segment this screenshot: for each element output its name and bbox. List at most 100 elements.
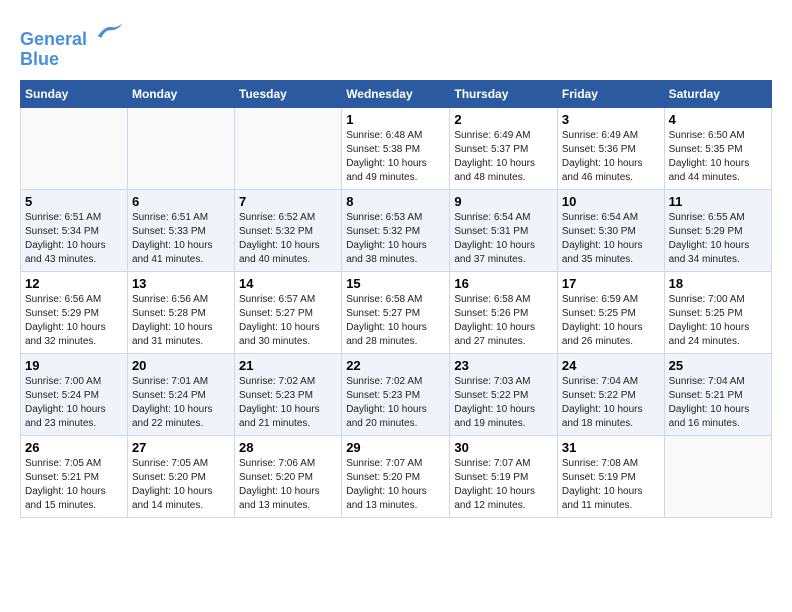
- day-number: 15: [346, 276, 445, 291]
- logo-bird-icon: [94, 20, 124, 45]
- day-info: Sunrise: 7:08 AM Sunset: 5:19 PM Dayligh…: [562, 457, 660, 513]
- week-row: 5 Sunrise: 6:51 AM Sunset: 5:34 PM Daylig…: [21, 189, 772, 271]
- calendar-cell: 10 Sunrise: 6:54 AM Sunset: 5:30 PM Dayli…: [557, 189, 664, 271]
- day-info: Sunrise: 6:52 AM Sunset: 5:32 PM Dayligh…: [239, 211, 337, 267]
- day-number: 27: [132, 440, 230, 455]
- day-number: 2: [454, 112, 553, 127]
- calendar-cell: 21 Sunrise: 7:02 AM Sunset: 5:23 PM Dayli…: [235, 353, 342, 435]
- day-number: 24: [562, 358, 660, 373]
- calendar-cell: 18 Sunrise: 7:00 AM Sunset: 5:25 PM Dayli…: [664, 271, 771, 353]
- day-info: Sunrise: 6:54 AM Sunset: 5:30 PM Dayligh…: [562, 211, 660, 267]
- day-number: 23: [454, 358, 553, 373]
- header-cell-sunday: Sunday: [21, 80, 128, 107]
- day-number: 4: [669, 112, 767, 127]
- day-number: 6: [132, 194, 230, 209]
- day-info: Sunrise: 7:07 AM Sunset: 5:19 PM Dayligh…: [454, 457, 553, 513]
- day-number: 5: [25, 194, 123, 209]
- calendar-cell: [235, 107, 342, 189]
- day-info: Sunrise: 7:04 AM Sunset: 5:21 PM Dayligh…: [669, 375, 767, 431]
- calendar-cell: 19 Sunrise: 7:00 AM Sunset: 5:24 PM Dayli…: [21, 353, 128, 435]
- calendar-cell: 4 Sunrise: 6:50 AM Sunset: 5:35 PM Daylig…: [664, 107, 771, 189]
- calendar-cell: 31 Sunrise: 7:08 AM Sunset: 5:19 PM Dayli…: [557, 435, 664, 517]
- day-info: Sunrise: 6:59 AM Sunset: 5:25 PM Dayligh…: [562, 293, 660, 349]
- header-cell-saturday: Saturday: [664, 80, 771, 107]
- day-info: Sunrise: 6:58 AM Sunset: 5:27 PM Dayligh…: [346, 293, 445, 349]
- logo-text: General Blue: [20, 20, 124, 70]
- calendar-cell: [664, 435, 771, 517]
- calendar-cell: 1 Sunrise: 6:48 AM Sunset: 5:38 PM Daylig…: [342, 107, 450, 189]
- calendar-cell: 15 Sunrise: 6:58 AM Sunset: 5:27 PM Dayli…: [342, 271, 450, 353]
- calendar-cell: 12 Sunrise: 6:56 AM Sunset: 5:29 PM Dayli…: [21, 271, 128, 353]
- day-number: 29: [346, 440, 445, 455]
- calendar-cell: 13 Sunrise: 6:56 AM Sunset: 5:28 PM Dayli…: [127, 271, 234, 353]
- calendar-cell: 16 Sunrise: 6:58 AM Sunset: 5:26 PM Dayli…: [450, 271, 558, 353]
- day-number: 21: [239, 358, 337, 373]
- day-info: Sunrise: 7:05 AM Sunset: 5:20 PM Dayligh…: [132, 457, 230, 513]
- calendar-cell: 11Sunrise: 6:55 AM Sunset: 5:29 PM Dayli…: [664, 189, 771, 271]
- header-row: SundayMondayTuesdayWednesdayThursdayFrid…: [21, 80, 772, 107]
- day-info: Sunrise: 6:49 AM Sunset: 5:37 PM Dayligh…: [454, 129, 553, 185]
- day-number: 1: [346, 112, 445, 127]
- day-number: 25: [669, 358, 767, 373]
- calendar-cell: 27 Sunrise: 7:05 AM Sunset: 5:20 PM Dayli…: [127, 435, 234, 517]
- calendar-cell: 6 Sunrise: 6:51 AM Sunset: 5:33 PM Daylig…: [127, 189, 234, 271]
- day-info: Sunrise: 6:53 AM Sunset: 5:32 PM Dayligh…: [346, 211, 445, 267]
- day-number: 18: [669, 276, 767, 291]
- page-header: General Blue: [20, 20, 772, 70]
- calendar-cell: 29 Sunrise: 7:07 AM Sunset: 5:20 PM Dayli…: [342, 435, 450, 517]
- calendar-cell: 17Sunrise: 6:59 AM Sunset: 5:25 PM Dayli…: [557, 271, 664, 353]
- day-info: Sunrise: 7:00 AM Sunset: 5:25 PM Dayligh…: [669, 293, 767, 349]
- week-row: 1 Sunrise: 6:48 AM Sunset: 5:38 PM Daylig…: [21, 107, 772, 189]
- logo: General Blue: [20, 20, 124, 70]
- calendar-cell: 8 Sunrise: 6:53 AM Sunset: 5:32 PM Daylig…: [342, 189, 450, 271]
- logo-general: General: [20, 29, 87, 49]
- header-cell-tuesday: Tuesday: [235, 80, 342, 107]
- calendar-cell: 26Sunrise: 7:05 AM Sunset: 5:21 PM Dayli…: [21, 435, 128, 517]
- calendar-cell: 3 Sunrise: 6:49 AM Sunset: 5:36 PM Daylig…: [557, 107, 664, 189]
- day-info: Sunrise: 7:04 AM Sunset: 5:22 PM Dayligh…: [562, 375, 660, 431]
- day-info: Sunrise: 7:05 AM Sunset: 5:21 PM Dayligh…: [25, 457, 123, 513]
- calendar-cell: [21, 107, 128, 189]
- day-number: 16: [454, 276, 553, 291]
- day-info: Sunrise: 6:58 AM Sunset: 5:26 PM Dayligh…: [454, 293, 553, 349]
- day-info: Sunrise: 7:03 AM Sunset: 5:22 PM Dayligh…: [454, 375, 553, 431]
- day-number: 14: [239, 276, 337, 291]
- calendar-cell: 30 Sunrise: 7:07 AM Sunset: 5:19 PM Dayli…: [450, 435, 558, 517]
- day-info: Sunrise: 7:00 AM Sunset: 5:24 PM Dayligh…: [25, 375, 123, 431]
- day-info: Sunrise: 6:49 AM Sunset: 5:36 PM Dayligh…: [562, 129, 660, 185]
- week-row: 12 Sunrise: 6:56 AM Sunset: 5:29 PM Dayli…: [21, 271, 772, 353]
- day-number: 12: [25, 276, 123, 291]
- day-info: Sunrise: 6:57 AM Sunset: 5:27 PM Dayligh…: [239, 293, 337, 349]
- day-number: 13: [132, 276, 230, 291]
- logo-blue: Blue: [20, 49, 59, 69]
- day-info: Sunrise: 6:56 AM Sunset: 5:29 PM Dayligh…: [25, 293, 123, 349]
- calendar-cell: [127, 107, 234, 189]
- day-info: Sunrise: 6:48 AM Sunset: 5:38 PM Dayligh…: [346, 129, 445, 185]
- calendar-cell: 2 Sunrise: 6:49 AM Sunset: 5:37 PM Daylig…: [450, 107, 558, 189]
- calendar-cell: 25 Sunrise: 7:04 AM Sunset: 5:21 PM Dayli…: [664, 353, 771, 435]
- day-info: Sunrise: 6:51 AM Sunset: 5:33 PM Dayligh…: [132, 211, 230, 267]
- day-info: Sunrise: 7:07 AM Sunset: 5:20 PM Dayligh…: [346, 457, 445, 513]
- week-row: 19 Sunrise: 7:00 AM Sunset: 5:24 PM Dayli…: [21, 353, 772, 435]
- week-row: 26Sunrise: 7:05 AM Sunset: 5:21 PM Dayli…: [21, 435, 772, 517]
- day-info: Sunrise: 6:55 AM Sunset: 5:29 PM Dayligh…: [669, 211, 767, 267]
- day-info: Sunrise: 6:50 AM Sunset: 5:35 PM Dayligh…: [669, 129, 767, 185]
- day-info: Sunrise: 7:02 AM Sunset: 5:23 PM Dayligh…: [239, 375, 337, 431]
- header-cell-wednesday: Wednesday: [342, 80, 450, 107]
- calendar-table: SundayMondayTuesdayWednesdayThursdayFrid…: [20, 80, 772, 518]
- day-info: Sunrise: 6:54 AM Sunset: 5:31 PM Dayligh…: [454, 211, 553, 267]
- calendar-cell: 23 Sunrise: 7:03 AM Sunset: 5:22 PM Dayli…: [450, 353, 558, 435]
- day-number: 10: [562, 194, 660, 209]
- day-number: 31: [562, 440, 660, 455]
- day-number: 3: [562, 112, 660, 127]
- day-number: 8: [346, 194, 445, 209]
- day-number: 9: [454, 194, 553, 209]
- day-info: Sunrise: 6:51 AM Sunset: 5:34 PM Dayligh…: [25, 211, 123, 267]
- day-number: 7: [239, 194, 337, 209]
- day-info: Sunrise: 7:02 AM Sunset: 5:23 PM Dayligh…: [346, 375, 445, 431]
- day-number: 19: [25, 358, 123, 373]
- calendar-cell: 14 Sunrise: 6:57 AM Sunset: 5:27 PM Dayli…: [235, 271, 342, 353]
- header-cell-thursday: Thursday: [450, 80, 558, 107]
- day-number: 30: [454, 440, 553, 455]
- day-info: Sunrise: 6:56 AM Sunset: 5:28 PM Dayligh…: [132, 293, 230, 349]
